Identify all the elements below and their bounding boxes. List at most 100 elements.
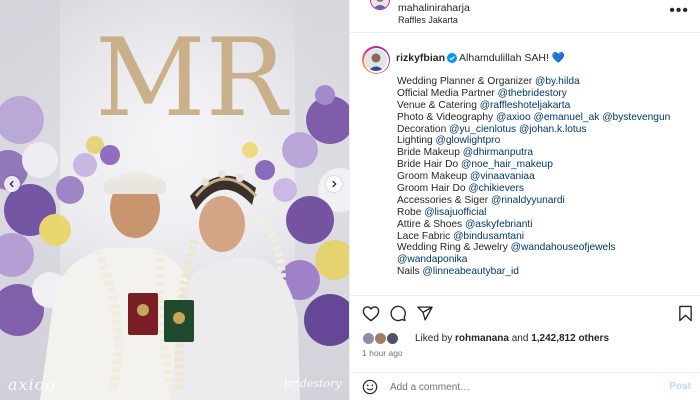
credit-label: Bride Hair Do (397, 159, 461, 171)
credit-label: Lighting (397, 135, 436, 147)
mention-link[interactable]: @axioo (496, 112, 531, 123)
comment-button[interactable] (389, 305, 407, 325)
caption-heart-emoji: 💙 (551, 52, 565, 64)
chevron-right-icon (332, 180, 337, 188)
mention-link[interactable]: @bindusamtani (453, 231, 524, 242)
credit-label: Decoration (397, 123, 450, 135)
more-options-icon: ••• (669, 2, 689, 19)
add-comment-bar: Post (350, 372, 700, 400)
likes-summary: Liked by rohmanana and 1,242,812 others (362, 331, 692, 347)
comments-section[interactable]: rizkyfbian Alhamdulillah SAH! 💙 Wedding P… (350, 33, 700, 295)
credit-label: Bride Makeup (397, 147, 463, 159)
mention-link[interactable]: @emanuel_ak (533, 112, 599, 123)
caption-credit-line: @wandaponika (397, 254, 697, 266)
photo-watermark-axioo: axioo (8, 375, 56, 394)
post-timestamp[interactable]: 1 hour ago (362, 348, 403, 358)
mention-link[interactable]: @dhirmanputra (463, 147, 533, 158)
caption-username[interactable]: rizkyfbian (396, 52, 445, 64)
post-location[interactable]: Raffles Jakarta (398, 15, 458, 25)
mention-link[interactable]: @wandahouseofjewels (511, 242, 616, 253)
comment-input[interactable] (390, 379, 650, 395)
mention-link[interactable]: @rinaldyyunardi (491, 195, 565, 206)
caption-credit-line: Bride Hair Do @noe_hair_makeup (397, 159, 697, 171)
credit-label: Groom Makeup (397, 171, 471, 183)
caption-credit-line: Decoration @yu_cienlotus @johan.k.lotus (397, 124, 697, 136)
post-comment-button[interactable]: Post (669, 381, 691, 392)
avatar-image (371, 0, 389, 9)
likes-count[interactable]: 1,242,812 others (531, 333, 609, 344)
share-button[interactable] (416, 305, 434, 325)
caption-credit-line: Robe @lisajuofficial (397, 207, 697, 219)
caption-credit-line: Groom Makeup @vinaavaniaa (397, 171, 697, 183)
emoji-icon (362, 379, 378, 395)
caption-credit-line: Attire & Shoes @askyfebrianti (397, 219, 697, 231)
caption-author-avatar[interactable] (362, 46, 390, 74)
caption-credit-line: Venue & Catering @raffleshoteljakarta (397, 100, 697, 112)
caption-credit-line: Accessories & Siger @rinaldyyunardi (397, 195, 697, 207)
liker-avatar (386, 332, 399, 345)
mention-link[interactable]: @wandaponika (397, 254, 467, 265)
credit-label: Lace Fabric (397, 230, 454, 242)
mention-link[interactable]: @raffleshoteljakarta (480, 100, 571, 111)
save-button[interactable] (678, 305, 693, 325)
more-options-button[interactable]: ••• (669, 3, 689, 19)
credit-label: Accessories & Siger (397, 194, 491, 206)
mention-link[interactable]: @noe_hair_makeup (461, 159, 553, 170)
mention-link[interactable]: @linneabeautybar_id (422, 266, 518, 277)
caption-credit-line: Photo & Videography @axioo @emanuel_ak @… (397, 112, 697, 124)
caption-text: Alhamdulillah SAH! (459, 52, 549, 64)
mention-link[interactable]: @glowlightpro (436, 135, 501, 146)
mention-link[interactable]: @chikievers (468, 183, 524, 194)
mention-link[interactable]: @yu_cienlotus (449, 124, 516, 135)
caption-credit-line: Nails @linneabeautybar_id (397, 266, 697, 278)
caption-credit-line: Lace Fabric @bindusamtani (397, 231, 697, 243)
chevron-left-icon (9, 180, 14, 188)
emoji-button[interactable] (362, 379, 378, 398)
mention-link[interactable]: @thebridestory (498, 88, 567, 99)
carousel-prev-button[interactable] (4, 176, 20, 192)
mention-link[interactable]: @lisajuofficial (424, 207, 486, 218)
author-avatar[interactable] (370, 0, 390, 10)
mention-link[interactable]: @by.hilda (535, 76, 580, 87)
caption-credit-line: Wedding Ring & Jewelry @wandahouseofjewe… (397, 242, 697, 254)
author-username[interactable]: mahaliniraharja (398, 2, 470, 14)
credit-label: Wedding Planner & Organizer (397, 76, 535, 87)
credit-label: Photo & Videography (397, 111, 496, 123)
like-button[interactable] (362, 305, 380, 325)
post-photo[interactable]: MR axioo bridestory (0, 0, 349, 400)
heart-icon (362, 306, 380, 322)
post-header: mahaliniraharja Raffles Jakarta ••• (350, 0, 700, 33)
post-actions-bar (350, 295, 700, 331)
post-details-panel: mahaliniraharja Raffles Jakarta ••• rizk… (349, 0, 700, 400)
caption-credit-line: Wedding Planner & Organizer @by.hilda (397, 76, 697, 88)
caption-credit-line: Official Media Partner @thebridestory (397, 88, 697, 100)
carousel-next-button[interactable] (326, 176, 342, 192)
caption-credit-line: Groom Hair Do @chikievers (397, 183, 697, 195)
wedding-photo: MR (0, 0, 349, 400)
likes-middle: and (508, 333, 532, 344)
mention-link[interactable]: @askyfebrianti (465, 219, 533, 230)
mention-link[interactable]: @johan.k.lotus (519, 124, 587, 135)
caption-credit-line: Lighting @glowlightpro (397, 135, 697, 147)
mention-link[interactable]: @vinaavaniaa (470, 171, 535, 182)
credit-label: Official Media Partner (397, 87, 498, 99)
likes-user[interactable]: rohmanana (455, 333, 509, 344)
credit-label: Wedding Ring & Jewelry (397, 242, 511, 254)
credit-label: Groom Hair Do (397, 183, 469, 195)
monogram-text: MR (95, 16, 290, 141)
credit-label: Robe (397, 206, 425, 218)
mention-link[interactable]: @bystevengun (602, 112, 670, 123)
likes-prefix: Liked by (415, 333, 456, 344)
share-icon (417, 306, 433, 321)
credit-label: Venue & Catering (397, 99, 480, 111)
photo-watermark-bridestory: bridestory (284, 377, 342, 390)
caption-credits: Wedding Planner & Organizer @by.hilda Off… (397, 76, 697, 278)
caption-header: rizkyfbian Alhamdulillah SAH! 💙 (396, 51, 565, 64)
credit-label: Attire & Shoes (397, 218, 465, 230)
verified-badge-icon (447, 53, 458, 63)
caption-credit-line: Bride Makeup @dhirmanputra (397, 147, 697, 159)
comment-icon (390, 305, 406, 322)
likes-text[interactable]: Liked by rohmanana and 1,242,812 others (415, 333, 609, 344)
caption-avatar-image (365, 49, 387, 71)
credit-label: Nails (397, 266, 423, 278)
